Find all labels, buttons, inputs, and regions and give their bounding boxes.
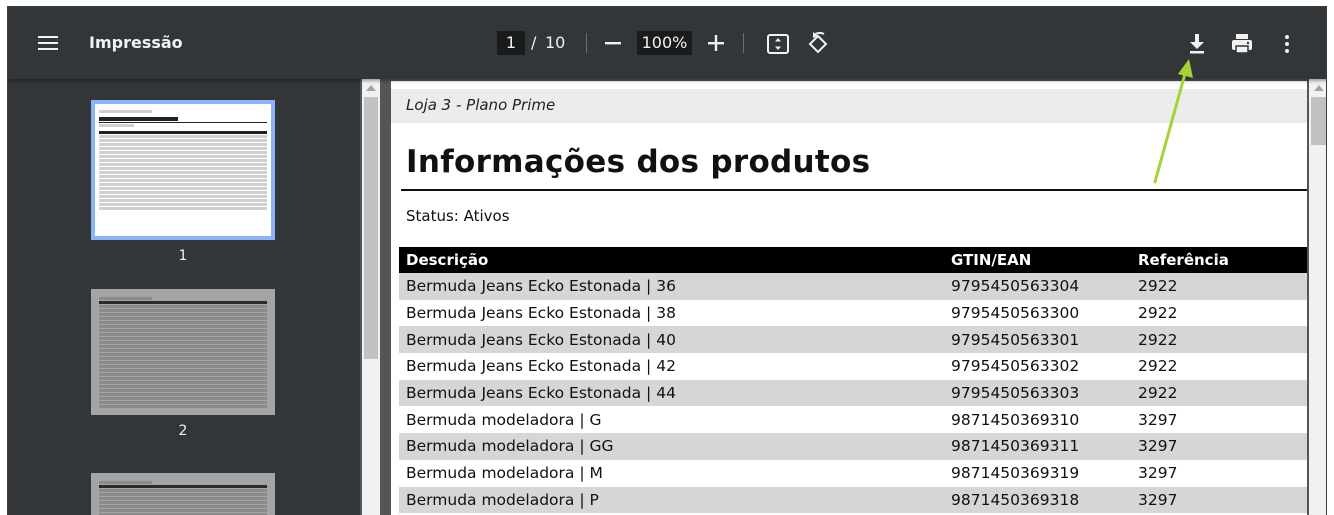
thumbnail-number: 1 — [178, 248, 188, 264]
thumbnail-image — [91, 289, 275, 415]
scroll-up-icon[interactable] — [366, 85, 376, 91]
document-page: Loja 3 - Plano Prime Informações dos pro… — [391, 81, 1307, 515]
cell-reference: 2922 — [1138, 304, 1178, 323]
cell-gtin: 9795450563304 — [944, 273, 1131, 300]
thumbnail-sidebar: 1 2 — [8, 79, 360, 515]
products-table: Descrição GTIN/EAN Referência Bermuda Je… — [399, 247, 1307, 514]
toolbar-divider — [586, 33, 587, 53]
column-header: Descrição — [399, 247, 944, 273]
table-header-row: Descrição GTIN/EAN Referência — [399, 247, 1307, 273]
table-row: Bermuda Jeans Ecko Estonada | 38 9795450… — [399, 300, 1307, 327]
cell-gtin: 9871450369311 — [944, 433, 1131, 460]
hamburger-menu-icon[interactable] — [36, 33, 60, 55]
zoom-level-input[interactable]: 100% — [637, 31, 692, 55]
toolbar-divider — [743, 33, 744, 53]
table-row: Bermuda modeladora | GG 9871450369311 32… — [399, 433, 1307, 460]
status-text: Status: Ativos — [406, 207, 510, 225]
cell-gtin: 9871450369319 — [951, 464, 1080, 483]
zoom-out-button[interactable] — [602, 30, 624, 56]
thumbnail-image — [91, 473, 275, 515]
column-header: Referência — [1131, 247, 1307, 273]
title-divider — [401, 189, 1307, 191]
cell-reference: 2922 — [1131, 379, 1307, 407]
table-row: Bermuda Jeans Ecko Estonada | 40 9795450… — [399, 326, 1307, 354]
fit-to-page-icon[interactable] — [765, 31, 791, 57]
cell-gtin: 9795450563303 — [944, 379, 1131, 407]
cell-reference: 3297 — [1138, 464, 1178, 483]
cell-description: Bermuda modeladora | P — [399, 486, 944, 514]
scrollbar-thumb[interactable] — [364, 97, 378, 359]
cell-description: Bermuda modeladora | GG — [399, 433, 944, 460]
page-scrollbar[interactable] — [1309, 79, 1326, 515]
rotate-icon[interactable] — [805, 31, 831, 57]
zoom-in-button[interactable] — [705, 30, 727, 56]
plus-icon — [708, 35, 724, 51]
pdf-viewer-window: Impressão 1 / 10 100% 1 2 Loja 3 - Plano… — [7, 6, 1327, 515]
cell-description: Bermuda Jeans Ecko Estonada | 38 — [406, 304, 676, 323]
cell-reference: 2922 — [1138, 357, 1178, 376]
cell-description: Bermuda modeladora | M — [406, 464, 603, 483]
cell-gtin: 9795450563301 — [944, 326, 1131, 354]
toolbar: Impressão 1 / 10 100% — [8, 7, 1326, 79]
table-row: Bermuda Jeans Ecko Estonada | 44 9795450… — [399, 379, 1307, 407]
column-header: GTIN/EAN — [944, 247, 1131, 273]
page-number-input[interactable]: 1 — [497, 31, 525, 55]
thumbnail-page-2[interactable]: 2 — [91, 289, 275, 439]
thumbnail-page-3[interactable] — [91, 473, 275, 515]
thumbnail-number: 2 — [178, 423, 188, 439]
cell-gtin: 9871450369310 — [951, 410, 1080, 429]
print-icon[interactable] — [1229, 31, 1255, 57]
more-vert-icon[interactable] — [1274, 31, 1300, 57]
minus-icon — [605, 42, 621, 45]
scrollbar-thumb[interactable] — [1311, 97, 1326, 145]
table-row: Bermuda Jeans Ecko Estonada | 36 9795450… — [399, 273, 1307, 300]
table-row: Bermuda modeladora | P 9871450369318 329… — [399, 486, 1307, 514]
thumbnail-page-1[interactable]: 1 — [91, 100, 275, 264]
page-header: Loja 3 - Plano Prime — [391, 89, 1307, 123]
page-total: 10 — [545, 33, 566, 52]
cell-gtin: 9795450563300 — [951, 304, 1080, 323]
page-title: Informações dos produtos — [406, 144, 871, 180]
thumbnail-image — [91, 100, 275, 240]
sidebar-scrollbar[interactable] — [362, 79, 380, 515]
cell-description: Bermuda modeladora | G — [406, 410, 602, 429]
cell-gtin: 9795450563302 — [951, 357, 1080, 376]
cell-reference: 3297 — [1138, 410, 1178, 429]
cell-description: Bermuda Jeans Ecko Estonada | 42 — [406, 357, 676, 376]
table-row: Bermuda Jeans Ecko Estonada | 42 9795450… — [399, 353, 1307, 380]
cell-description: Bermuda Jeans Ecko Estonada | 44 — [399, 379, 944, 407]
cell-description: Bermuda Jeans Ecko Estonada | 36 — [399, 273, 944, 300]
cell-reference: 2922 — [1131, 273, 1307, 300]
cell-reference: 3297 — [1131, 433, 1307, 460]
cell-description: Bermuda Jeans Ecko Estonada | 40 — [399, 326, 944, 354]
document-title: Impressão — [89, 33, 183, 52]
table-row: Bermuda modeladora | M 9871450369319 329… — [399, 460, 1307, 487]
cell-reference: 3297 — [1131, 486, 1307, 514]
cell-gtin: 9871450369318 — [944, 486, 1131, 514]
store-name: Loja 3 - Plano Prime — [406, 96, 556, 114]
scroll-up-icon[interactable] — [1314, 85, 1324, 91]
cell-reference: 2922 — [1131, 326, 1307, 354]
download-icon[interactable] — [1184, 31, 1210, 57]
table-row: Bermuda modeladora | G 9871450369310 329… — [399, 406, 1307, 433]
page-separator: / — [531, 33, 537, 52]
